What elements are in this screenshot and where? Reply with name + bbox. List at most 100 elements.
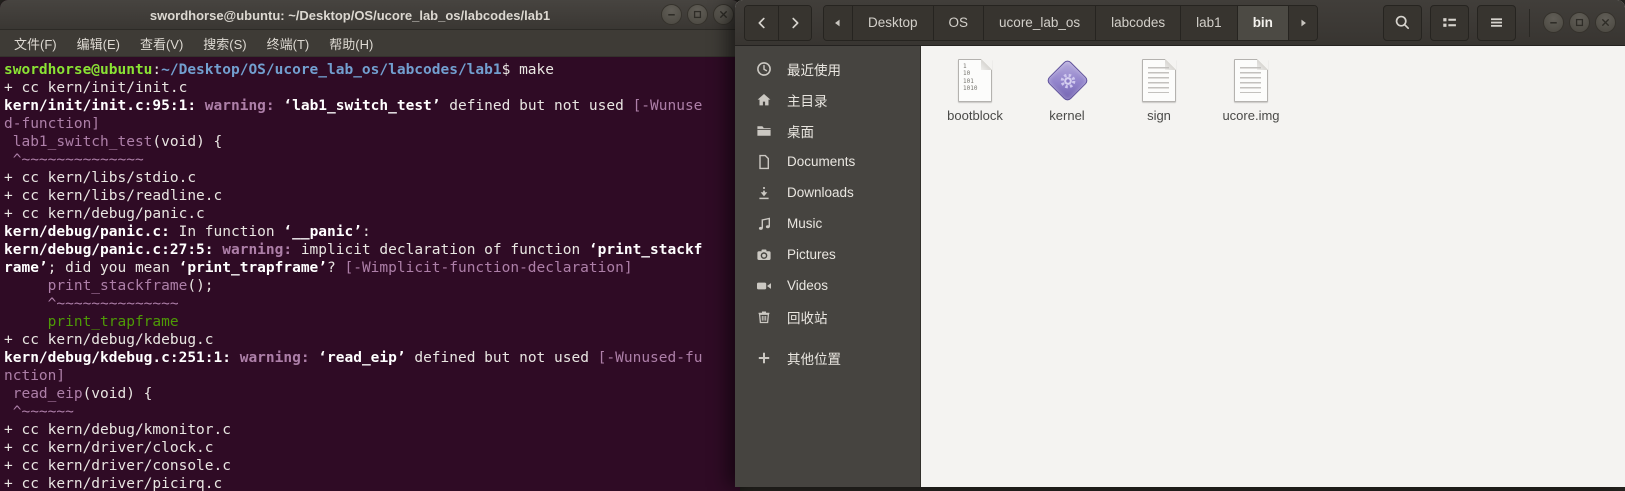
breadcrumb-item-ucore-lab-os[interactable]: ucore_lab_os (984, 5, 1097, 40)
app-menu-button[interactable] (1477, 4, 1516, 41)
sidebar-item-music[interactable]: Music (735, 208, 920, 239)
text-lines (1240, 66, 1261, 93)
terminal-line: + cc kern/debug/kmonitor.c (4, 422, 231, 438)
file-item-bootblock[interactable]: 1 10 101 1010 bootblock (929, 54, 1021, 123)
page-fold (981, 58, 992, 70)
maximize-icon (1573, 16, 1586, 29)
video-icon (756, 278, 772, 294)
sidebar-item-videos[interactable]: Videos (735, 270, 920, 301)
sidebar-item-recent[interactable]: 最近使用 (735, 53, 920, 84)
terminal-line: kern/debug/kdebug.c:251:1: warning: ‘rea… (4, 350, 703, 366)
sidebar-item-documents[interactable]: Documents (735, 146, 920, 177)
terminal-line: ^~~~~~~ (12, 404, 74, 420)
download-icon (756, 185, 772, 201)
file-manager-maximize-button[interactable] (1569, 12, 1590, 33)
file-label: bootblock (947, 108, 1003, 123)
breadcrumb-item-labcodes[interactable]: labcodes (1096, 5, 1182, 40)
breadcrumb-item-desktop[interactable]: Desktop (853, 5, 934, 40)
terminal-line: + cc kern/driver/picirq.c (4, 476, 223, 491)
clock-icon (756, 61, 772, 77)
terminal-line: lab1_switch_test(void) { (12, 134, 223, 150)
file-manager-window: Desktop OS ucore_lab_os labcodes lab1 bin 最近使… (735, 0, 1625, 487)
terminal-line: ^~~~~~~~~~~~~~~ (12, 152, 144, 168)
sidebar-item-label: Downloads (787, 185, 854, 200)
sidebar-item-label: Music (787, 216, 823, 231)
home-icon (756, 92, 772, 108)
file-grid[interactable]: 1 10 101 1010 bootblock kernel sign ucore.im… (921, 46, 1625, 487)
terminal-line: + cc kern/driver/clock.c (4, 440, 214, 456)
terminal-window-controls (661, 4, 734, 25)
view-list-icon (1441, 14, 1458, 31)
menu-item-terminal[interactable]: 终端(T) (257, 30, 320, 57)
sidebar-item-label: Videos (787, 278, 829, 293)
terminal-maximize-button[interactable] (687, 4, 708, 25)
close-icon (1599, 16, 1612, 29)
file-manager-window-controls (1543, 12, 1616, 33)
sidebar-item-home[interactable]: 主目录 (735, 84, 920, 115)
sidebar-item-desktop[interactable]: 桌面 (735, 115, 920, 146)
terminal-line: + cc kern/libs/stdio.c (4, 170, 197, 186)
terminal-screen[interactable]: swordhorse@ubuntu:~/Desktop/OS/ucore_lab… (0, 58, 740, 491)
sidebar-item-pictures[interactable]: Pictures (735, 239, 920, 270)
terminal-line: print_trapframe (47, 314, 179, 330)
text-file-icon (1113, 54, 1205, 106)
breadcrumb-scroll-left-button[interactable] (824, 5, 853, 40)
minimize-icon (665, 8, 678, 21)
menu-item-help[interactable]: 帮助(H) (319, 30, 383, 57)
file-manager-minimize-button[interactable] (1543, 12, 1564, 33)
file-item-kernel[interactable]: kernel (1021, 54, 1113, 123)
search-icon (1394, 14, 1411, 31)
terminal-line: rame’; did you mean ‘print_trapframe’? [… (4, 260, 633, 276)
search-button[interactable] (1383, 4, 1422, 41)
sidebar-item-other-locations[interactable]: 其他位置 (735, 342, 920, 373)
sidebar-item-trash[interactable]: 回收站 (735, 301, 920, 332)
sidebar-item-downloads[interactable]: Downloads (735, 177, 920, 208)
breadcrumb-item-os[interactable]: OS (933, 5, 985, 40)
forward-button[interactable] (778, 5, 811, 40)
terminal-line: d-function] (4, 116, 101, 132)
breadcrumb-scroll-right-button[interactable] (1288, 5, 1317, 40)
file-manager-close-button[interactable] (1595, 12, 1616, 33)
sidebar: 最近使用主目录桌面 Documents Downloads Music Pictures… (735, 46, 921, 487)
terminal-line: + cc kern/libs/readline.c (4, 188, 223, 204)
back-button[interactable] (745, 5, 778, 40)
folder-icon (756, 123, 772, 139)
sidebar-item-label: 最近使用 (787, 62, 841, 78)
file-item-ucore-img[interactable]: ucore.img (1205, 54, 1297, 123)
headerbar-right (1383, 4, 1616, 41)
menu-item-edit[interactable]: 编辑(E) (67, 30, 130, 57)
menu-item-view[interactable]: 查看(V) (130, 30, 193, 57)
file-item-sign[interactable]: sign (1113, 54, 1205, 123)
file-label: sign (1147, 108, 1171, 123)
file-manager-body: 最近使用主目录桌面 Documents Downloads Music Pictures… (735, 46, 1625, 487)
terminal-close-button[interactable] (713, 4, 734, 25)
terminal-line: print_stackframe(); (47, 278, 214, 294)
breadcrumb-item-bin[interactable]: bin (1237, 5, 1289, 40)
terminal-line: ^~~~~~~~~~~~~~~ (47, 296, 179, 312)
terminal-titlebar[interactable]: swordhorse@ubuntu: ~/Desktop/OS/ucore_la… (0, 0, 740, 30)
text-file-page (1142, 58, 1176, 102)
terminal-title: swordhorse@ubuntu: ~/Desktop/OS/ucore_la… (149, 7, 551, 23)
music-icon (756, 216, 772, 232)
terminal-line: + cc kern/debug/panic.c (4, 206, 205, 222)
breadcrumb-item-lab1[interactable]: lab1 (1181, 5, 1238, 40)
terminal-line: kern/debug/panic.c:27:5: warning: implic… (4, 242, 703, 258)
nav-button-group (744, 4, 812, 41)
terminal-line: nction] (4, 368, 66, 384)
menu-item-search[interactable]: 搜索(S) (193, 30, 256, 57)
hamburger-icon (1488, 14, 1505, 31)
text-file-icon (1205, 54, 1297, 106)
menu-item-file[interactable]: 文件(F) (4, 30, 67, 57)
triangle-right-icon (1296, 16, 1310, 30)
terminal-minimize-button[interactable] (661, 4, 682, 25)
view-toggle-button[interactable] (1430, 4, 1469, 41)
terminal-menubar: 文件(F) 编辑(E) 查看(V) 搜索(S) 终端(T) 帮助(H) (0, 30, 740, 57)
sidebar-item-label: 桌面 (787, 124, 814, 140)
sidebar-item-label: 其他位置 (787, 351, 841, 367)
camera-icon (756, 247, 772, 263)
sidebar-item-label: Documents (787, 154, 856, 169)
plus-icon (756, 350, 772, 366)
binary-icon-text: 1 10 101 1010 (963, 62, 978, 93)
terminal-line: + cc kern/driver/console.c (4, 458, 231, 474)
document-icon (756, 154, 772, 170)
